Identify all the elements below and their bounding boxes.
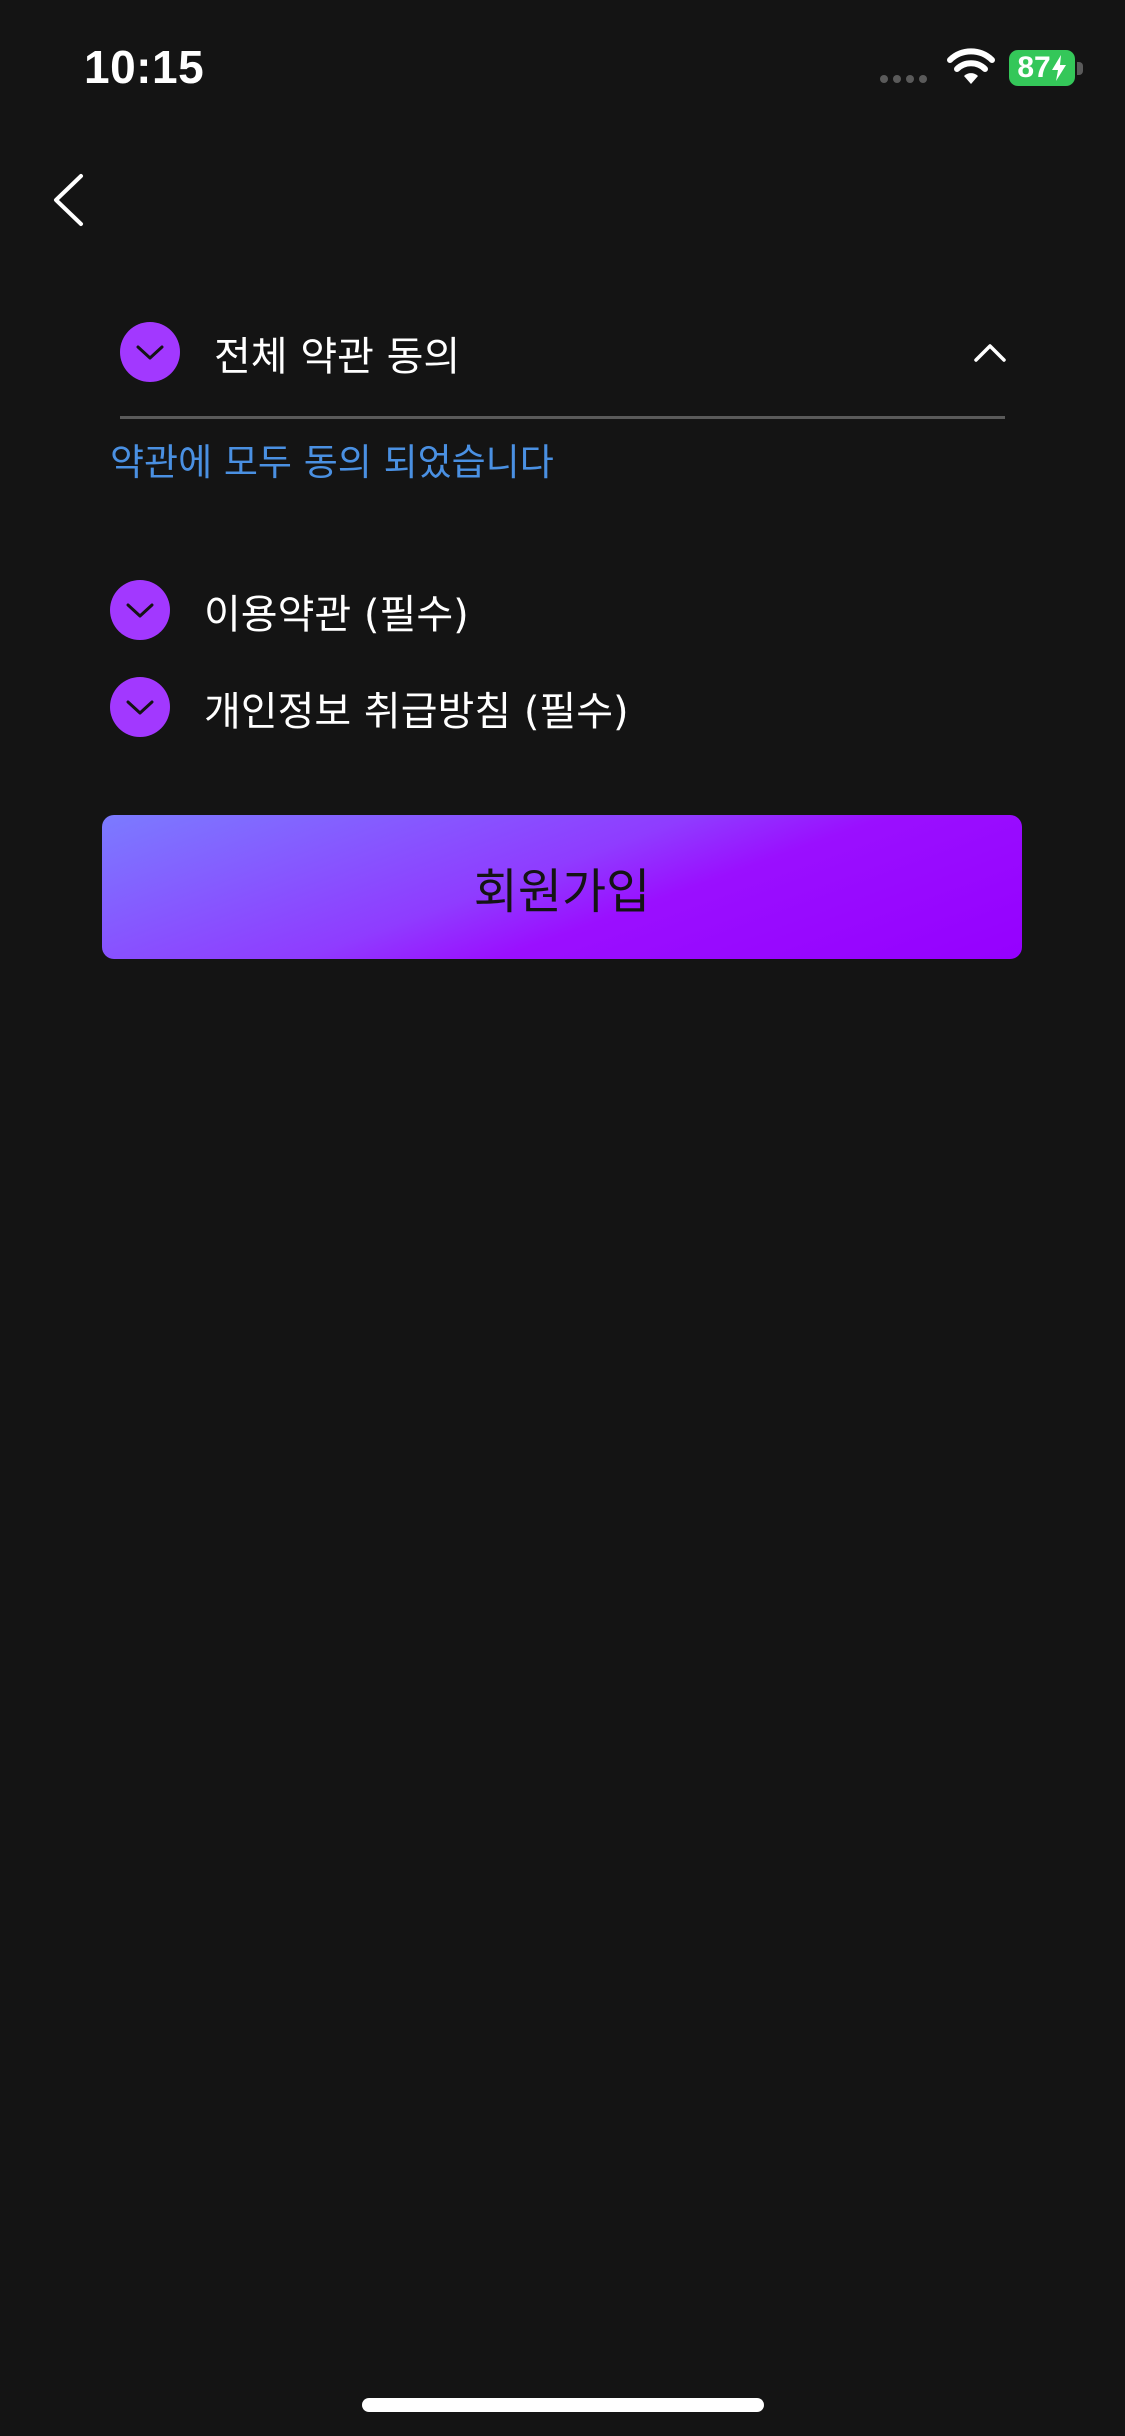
all-agree-label[interactable]: 전체 약관 동의	[214, 324, 460, 382]
status-time: 10:15	[84, 41, 205, 93]
checkmark-icon	[136, 345, 164, 360]
battery-tip	[1077, 62, 1083, 75]
cellular-signal-icon	[880, 75, 927, 83]
agreement-status-text: 약관에 모두 동의 되었습니다	[110, 441, 554, 484]
checkmark-icon	[126, 603, 154, 618]
back-button[interactable]	[40, 160, 100, 240]
terms-of-service-label[interactable]: 이용약관 (필수)	[204, 582, 469, 640]
collapse-toggle-button[interactable]	[968, 332, 1012, 372]
charging-bolt-icon	[1051, 55, 1066, 81]
battery-level: 87	[1017, 51, 1051, 84]
signup-button-label: 회원가입	[473, 864, 651, 920]
terms-of-service-checkbox[interactable]	[110, 580, 170, 640]
battery-icon: 87	[1009, 50, 1075, 86]
divider	[120, 416, 1005, 419]
privacy-policy-label[interactable]: 개인정보 취급방침 (필수)	[204, 679, 629, 737]
home-indicator[interactable]	[362, 2398, 764, 2412]
signup-terms-screen: 10:15 87 전체 약관 동의 약관에 모두 동의 되었습니다 이용약관 (…	[0, 0, 1125, 2436]
signup-button[interactable]: 회원가입	[102, 815, 1022, 959]
all-agree-checkbox[interactable]	[120, 322, 180, 382]
privacy-policy-checkbox[interactable]	[110, 677, 170, 737]
wifi-icon	[947, 48, 995, 84]
checkmark-icon	[126, 700, 154, 715]
